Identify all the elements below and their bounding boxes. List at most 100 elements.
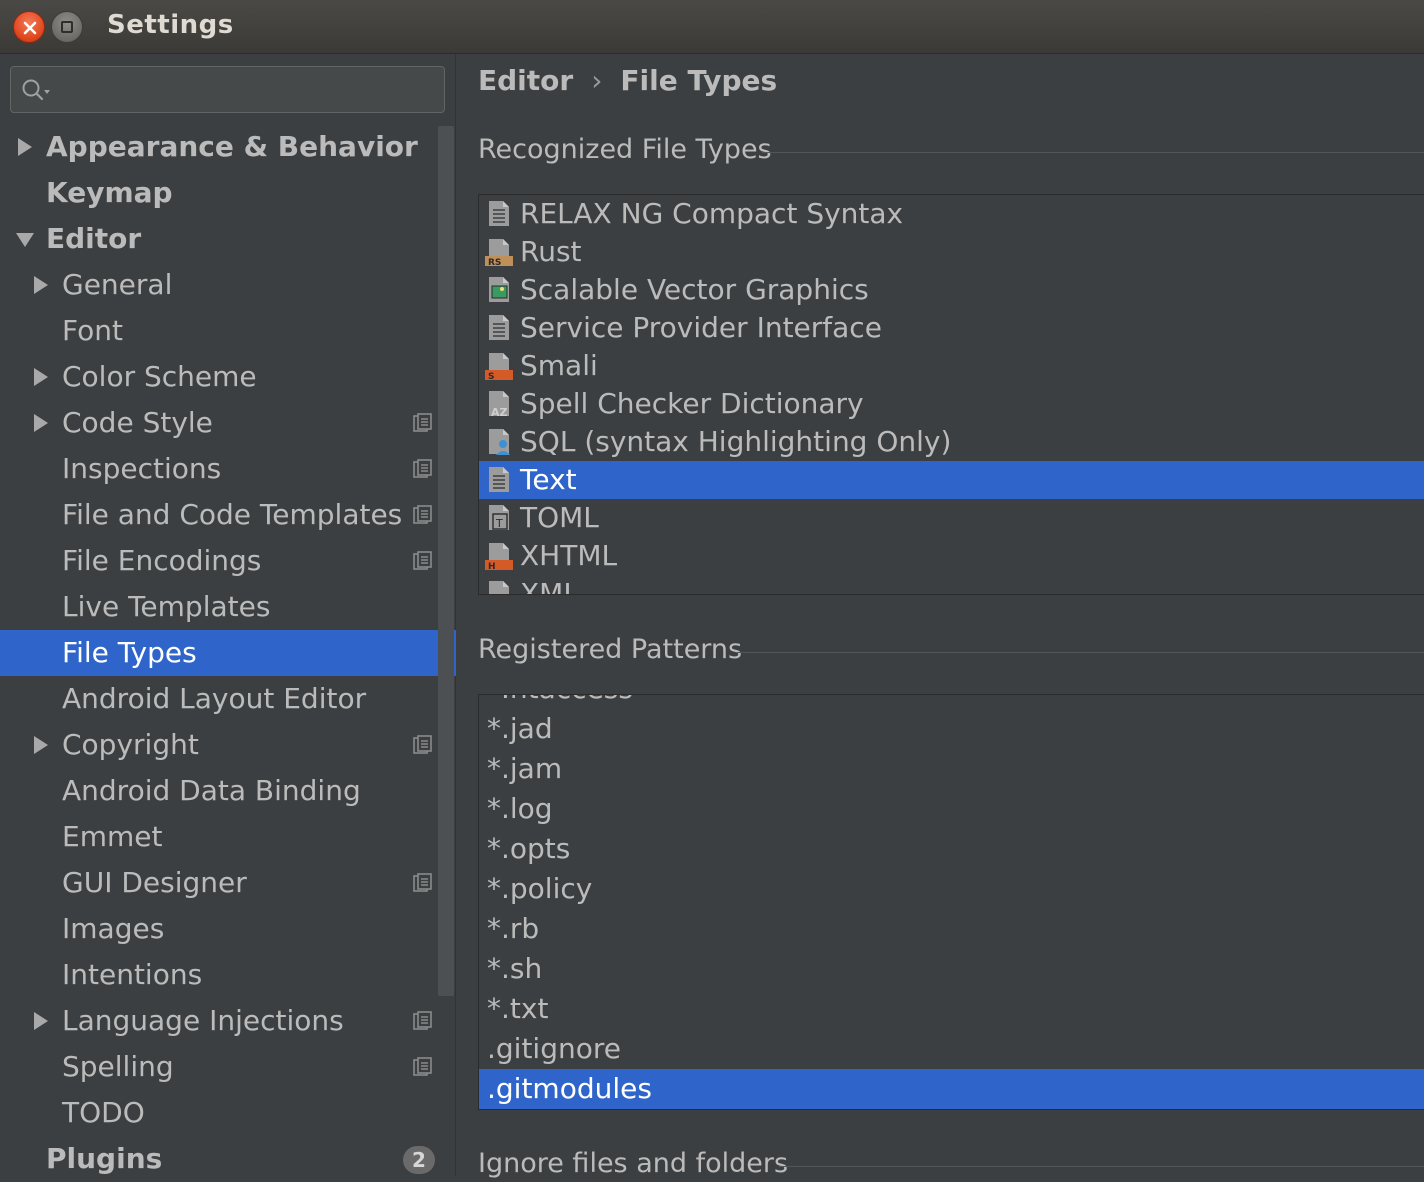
sidebar-item-file-encodings[interactable]: File Encodings — [0, 538, 456, 584]
sql-file-icon — [489, 429, 510, 455]
file-type-item-rust[interactable]: RS Rust — [479, 233, 1424, 271]
sidebar-item-label: TODO — [62, 1096, 145, 1129]
section-divider — [737, 652, 1424, 653]
pattern-item[interactable]: *.rb — [479, 909, 1424, 949]
sidebar-item-file-types[interactable]: File Types — [0, 630, 456, 676]
close-icon — [23, 21, 37, 35]
project-level-icon — [413, 873, 432, 892]
search-input[interactable] — [10, 66, 445, 113]
sidebar-item-spelling[interactable]: Spelling — [0, 1044, 456, 1090]
file-type-item-text[interactable]: Text — [479, 461, 1424, 499]
pattern-label: .gitignore — [487, 1032, 621, 1065]
sidebar-item-label: Color Scheme — [62, 360, 257, 393]
pattern-item[interactable]: *.policy — [479, 869, 1424, 909]
sidebar-item-file-and-code-templates[interactable]: File and Code Templates — [0, 492, 456, 538]
breadcrumb-separator: › — [591, 64, 603, 97]
sidebar-item-label: Emmet — [62, 820, 163, 853]
sidebar-item-todo[interactable]: TODO — [0, 1090, 456, 1136]
sidebar-item-editor[interactable]: Editor — [0, 216, 456, 262]
project-level-icon — [413, 1011, 432, 1030]
sidebar-item-language-injections[interactable]: Language Injections — [0, 998, 456, 1044]
sidebar-item-live-templates[interactable]: Live Templates — [0, 584, 456, 630]
sidebar-item-android-layout-editor[interactable]: Android Layout Editor — [0, 676, 456, 722]
pattern-label: *.log — [487, 792, 553, 825]
smali-file-icon: S — [485, 353, 513, 381]
file-type-label: Spell Checker Dictionary — [520, 387, 864, 420]
sidebar-item-label: Appearance & Behavior — [46, 130, 418, 163]
pattern-label: *.htaccess — [487, 695, 633, 709]
sidebar-item-color-scheme[interactable]: Color Scheme — [0, 354, 456, 400]
file-type-label: XHTML — [520, 539, 618, 572]
pattern-label: *.jam — [487, 752, 563, 785]
sidebar-item-copyright[interactable]: Copyright — [0, 722, 456, 768]
sidebar-item-label: Intentions — [62, 958, 203, 991]
sidebar-item-intentions[interactable]: Intentions — [0, 952, 456, 998]
expand-arrow-icon[interactable] — [16, 124, 36, 170]
sidebar-item-inspections[interactable]: Inspections — [0, 446, 456, 492]
sidebar-item-gui-designer[interactable]: GUI Designer — [0, 860, 456, 906]
pattern-label: *.txt — [487, 992, 549, 1025]
file-type-item-xml[interactable]: X XML — [479, 575, 1424, 595]
file-type-item-xhtml[interactable]: H XHTML — [479, 537, 1424, 575]
file-type-label: TOML — [520, 501, 599, 534]
file-type-item-relax-ng-compact-syntax[interactable]: RELAX NG Compact Syntax — [479, 195, 1424, 233]
pattern-item[interactable]: *.sh — [479, 949, 1424, 989]
sidebar-item-label: Inspections — [62, 452, 222, 485]
sidebar-item-android-data-binding[interactable]: Android Data Binding — [0, 768, 456, 814]
section-divider — [779, 1166, 1424, 1167]
sidebar-item-plugins[interactable]: Plugins 2 — [0, 1136, 456, 1182]
settings-sidebar: Appearance & Behavior Keymap Editor General… — [0, 54, 456, 1176]
sidebar-item-emmet[interactable]: Emmet — [0, 814, 456, 860]
sidebar-item-label: Live Templates — [62, 590, 271, 623]
sidebar-scrollbar[interactable] — [438, 126, 454, 996]
ignore-files-title: Ignore files and folders — [478, 1148, 789, 1179]
svg-text:H: H — [488, 562, 496, 571]
expand-arrow-icon[interactable] — [32, 400, 52, 446]
pattern-item[interactable]: *.jad — [479, 709, 1424, 749]
pattern-item[interactable]: *.log — [479, 789, 1424, 829]
sidebar-item-images[interactable]: Images — [0, 906, 456, 952]
file-type-item-smali[interactable]: S Smali — [479, 347, 1424, 385]
sidebar-item-label: GUI Designer — [62, 866, 247, 899]
project-level-icon — [413, 551, 432, 570]
pattern-item[interactable]: *.jam — [479, 749, 1424, 789]
plugins-update-badge: 2 — [403, 1146, 435, 1174]
file-type-item-sql-syntax-highlighting-only[interactable]: SQL (syntax Highlighting Only) — [479, 423, 1424, 461]
file-type-label: Scalable Vector Graphics — [520, 273, 869, 306]
file-type-item-toml[interactable]: T TOML — [479, 499, 1424, 537]
toml-file-icon: T — [489, 505, 509, 530]
expand-arrow-icon[interactable] — [32, 998, 52, 1044]
sidebar-item-general[interactable]: General — [0, 262, 456, 308]
file-type-label: XML — [520, 577, 579, 595]
project-level-icon — [413, 459, 432, 478]
project-level-icon — [413, 735, 432, 754]
file-type-item-spell-checker-dictionary[interactable]: AZ Spell Checker Dictionary — [479, 385, 1424, 423]
pattern-item[interactable]: *.txt — [479, 989, 1424, 1029]
close-window-button[interactable] — [13, 11, 45, 43]
expand-arrow-icon[interactable] — [32, 262, 52, 308]
project-level-icon — [413, 413, 432, 432]
settings-content: Editor › File Types Recognized File Types … — [457, 54, 1424, 1179]
pattern-item[interactable]: *.htaccess — [479, 695, 1424, 709]
recognized-file-types-list[interactable]: RELAX NG Compact Syntax RS Rust Scalable Ve… — [478, 194, 1424, 595]
breadcrumb-parent[interactable]: Editor — [478, 64, 573, 97]
file-type-item-scalable-vector-graphics[interactable]: Scalable Vector Graphics — [479, 271, 1424, 309]
sidebar-item-font[interactable]: Font — [0, 308, 456, 354]
file-type-item-service-provider-interface[interactable]: Service Provider Interface — [479, 309, 1424, 347]
pattern-item[interactable]: .gitmodules — [479, 1069, 1424, 1109]
title-bar: Settings — [0, 0, 1424, 54]
expand-arrow-icon[interactable] — [32, 354, 52, 400]
sidebar-item-keymap[interactable]: Keymap — [0, 170, 456, 216]
pattern-item[interactable]: .gitignore — [479, 1029, 1424, 1069]
registered-patterns-list[interactable]: *.htaccess *.jad *.jam *.log *.opts *.policy *… — [478, 694, 1424, 1110]
file-type-label: Rust — [520, 235, 582, 268]
collapse-arrow-icon[interactable] — [16, 216, 36, 262]
pattern-item[interactable]: *.opts — [479, 829, 1424, 869]
expand-arrow-icon[interactable] — [32, 722, 52, 768]
svg-text:T: T — [495, 517, 503, 530]
sidebar-item-label: Keymap — [46, 176, 173, 209]
sidebar-item-appearance-behavior[interactable]: Appearance & Behavior — [0, 124, 456, 170]
maximize-window-button[interactable] — [51, 11, 83, 43]
pattern-label: *.opts — [487, 832, 571, 865]
sidebar-item-code-style[interactable]: Code Style — [0, 400, 456, 446]
